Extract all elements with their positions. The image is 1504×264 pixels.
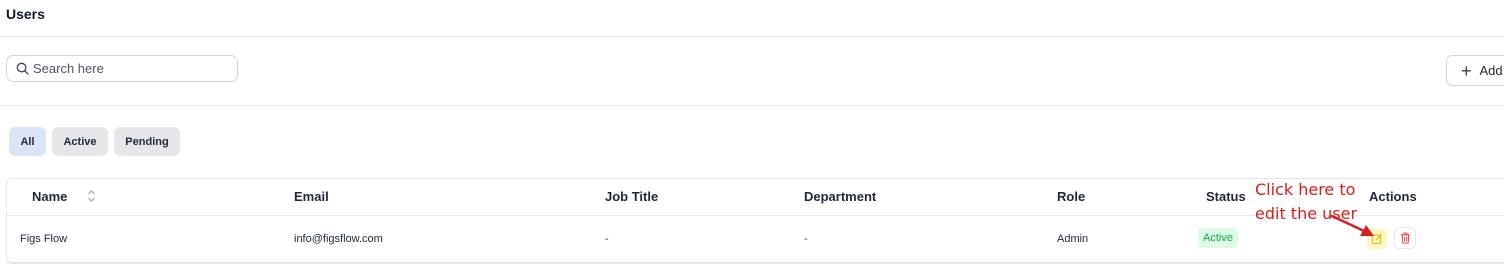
column-header-department: Department: [804, 189, 877, 204]
search-input[interactable]: [33, 61, 223, 76]
column-header-name[interactable]: Name: [32, 189, 67, 204]
status-badge: Active: [1198, 228, 1238, 248]
column-header-actions: Actions: [1369, 189, 1417, 204]
cell-name: Figs Flow: [20, 233, 68, 245]
table-row-divider: [7, 262, 1504, 263]
column-header-status: Status: [1206, 189, 1246, 204]
status-filter-tabs: All Active Pending: [9, 127, 180, 156]
cell-job-title: -: [605, 233, 609, 245]
add-button-label: Add: [1479, 63, 1503, 78]
search-icon: [16, 62, 29, 75]
header-divider: [0, 36, 1504, 37]
toolbar-divider: [0, 105, 1504, 106]
filter-active[interactable]: Active: [52, 127, 108, 156]
trash-icon: [1400, 232, 1410, 244]
filter-all[interactable]: All: [9, 127, 46, 156]
filter-pending[interactable]: Pending: [114, 127, 180, 156]
page-title: Users: [6, 6, 45, 22]
add-user-button[interactable]: + Add: [1446, 55, 1504, 86]
delete-user-button[interactable]: [1394, 227, 1416, 249]
plus-icon: +: [1461, 60, 1472, 81]
cell-role: Admin: [1057, 233, 1089, 245]
cell-department: -: [804, 233, 808, 245]
annotation-arrow-icon: [1330, 214, 1374, 236]
column-header-role: Role: [1057, 189, 1086, 204]
column-header-email: Email: [294, 189, 329, 204]
cell-email: info@figsflow.com: [294, 233, 383, 245]
sort-icon[interactable]: [87, 189, 96, 203]
column-header-job-title: Job Title: [605, 189, 659, 204]
search-box[interactable]: [6, 55, 238, 82]
